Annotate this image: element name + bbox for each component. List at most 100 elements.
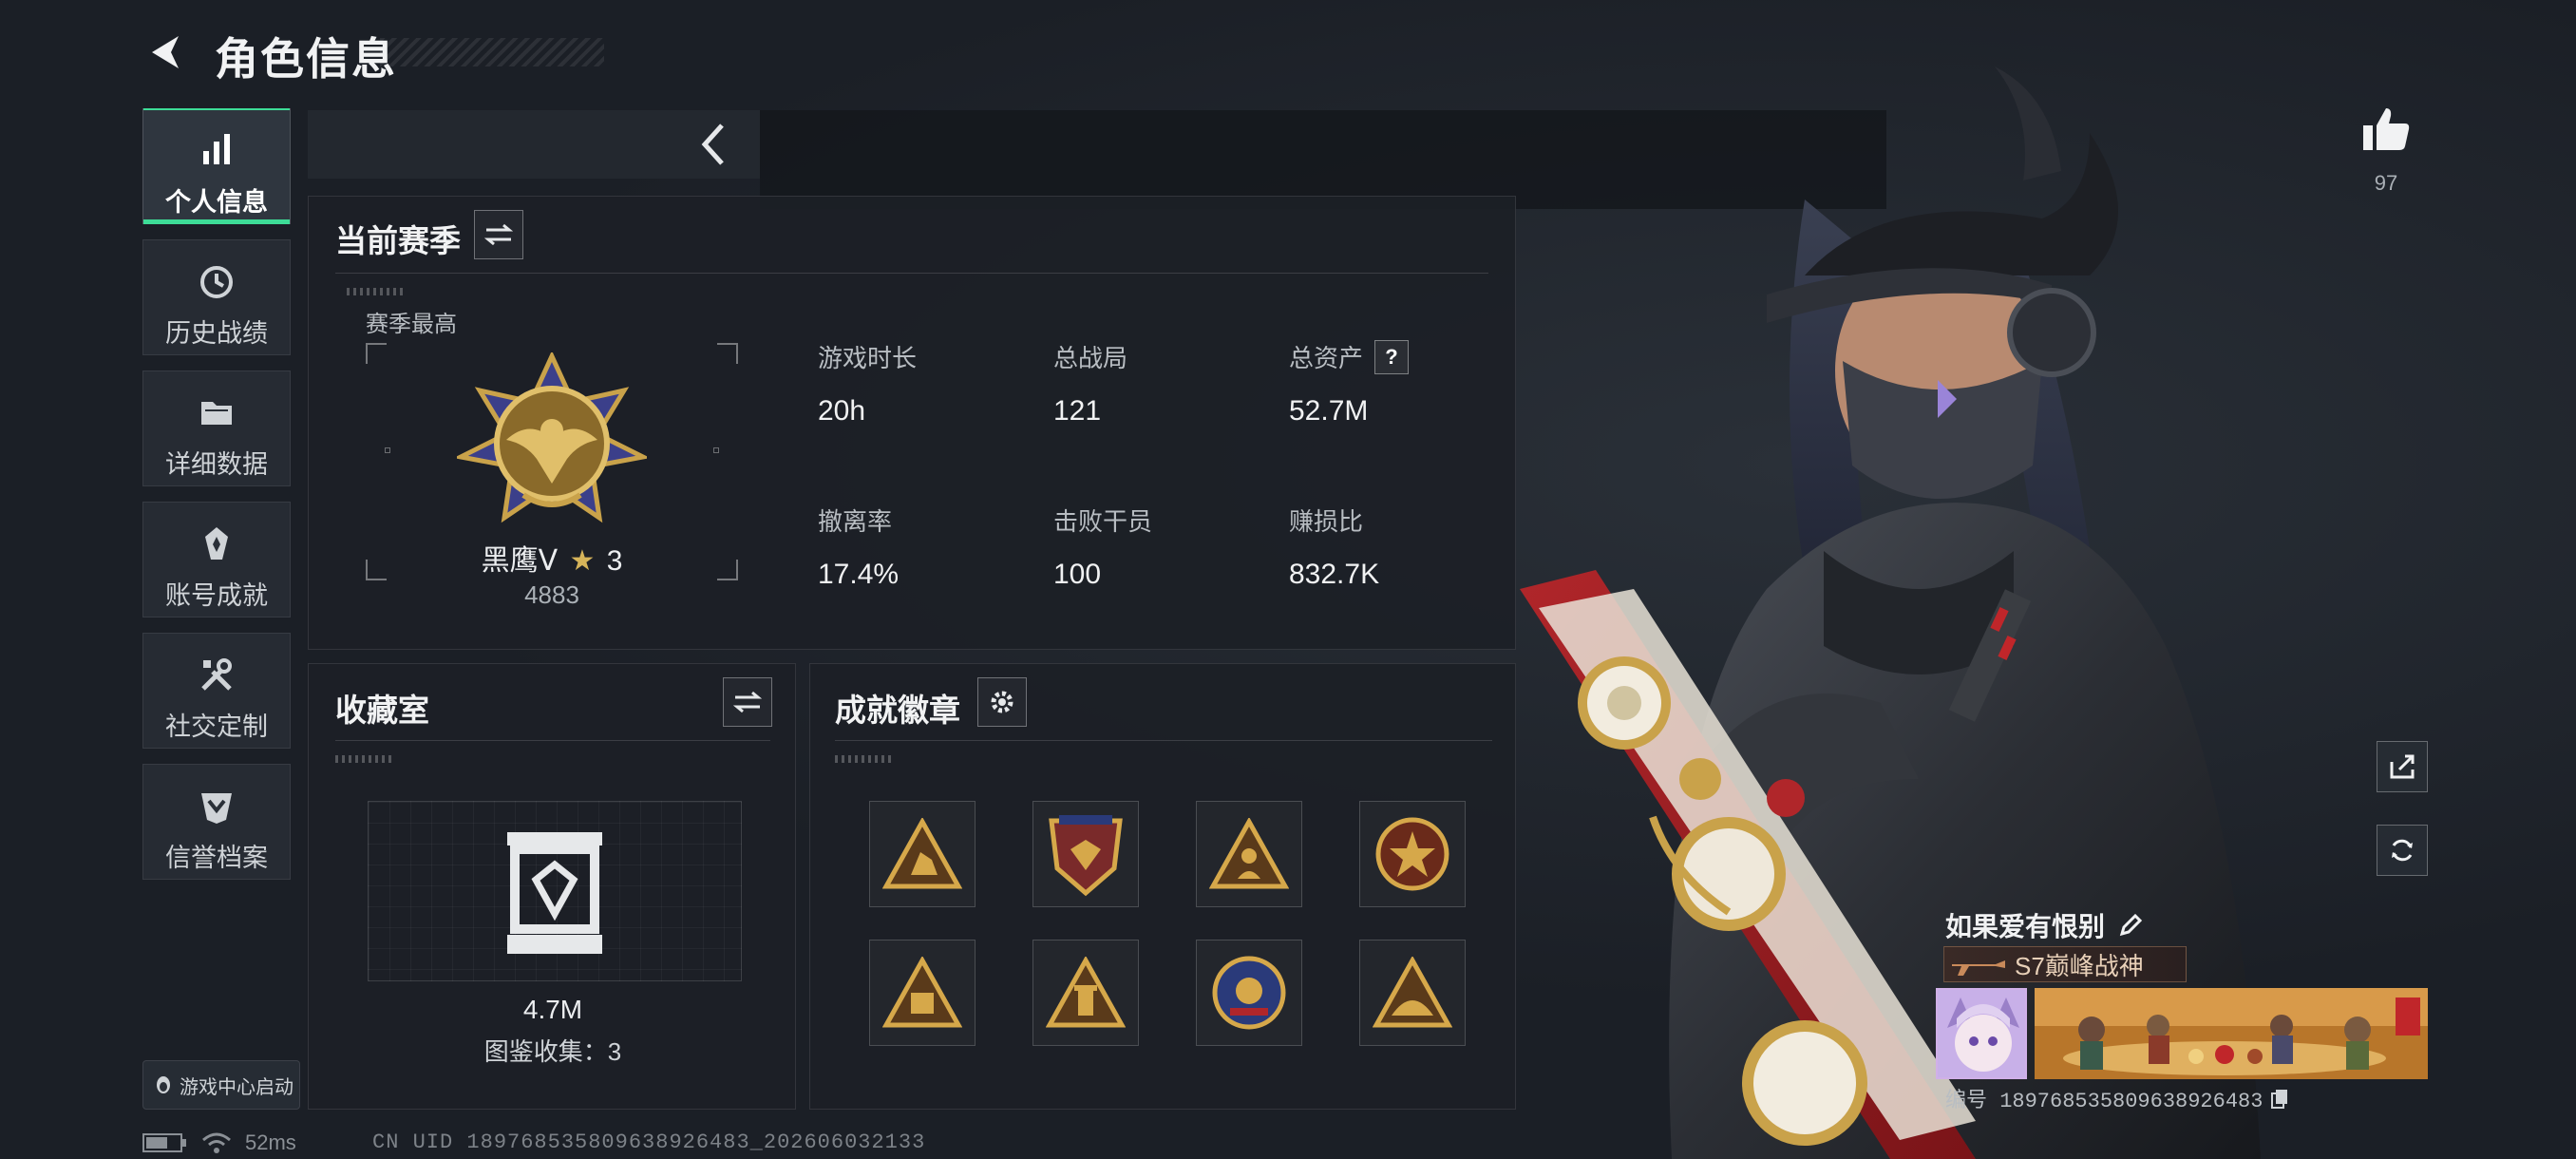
badge-triangle-figure[interactable] (1196, 801, 1302, 907)
wifi-icon (202, 1132, 231, 1153)
back-arrow-icon[interactable] (142, 28, 190, 76)
stat-value: 17.4% (818, 559, 900, 590)
stat-profit-loss-ratio: 赚损比 832.7K (1289, 503, 1507, 591)
game-center-label: 游戏中心启动 (180, 1076, 294, 1098)
star-icon: ★ (569, 545, 596, 577)
tick-decoration (347, 288, 404, 295)
rank-emblem-icon (457, 352, 647, 523)
sidebar-item-account-achievements[interactable]: 账号成就 (142, 502, 291, 618)
avatar-image (1938, 990, 2025, 1077)
stat-total-assets: 总资产 ? 52.7M (1289, 339, 1507, 428)
sidebar-item-credit-file[interactable]: 信誉档案 (142, 764, 291, 880)
season-panel-title: 当前赛季 (335, 223, 461, 258)
profile-banner-image (2035, 988, 2428, 1079)
stat-play-time: 游戏时长 20h (818, 339, 1036, 428)
wrench-tools-icon (201, 658, 232, 691)
stat-label: 撤离率 (818, 507, 893, 536)
badge-roundel-skull[interactable] (1196, 940, 1302, 1046)
vault-diamond-icon (507, 832, 602, 954)
player-title-banner: S7巅峰战神 (1943, 946, 2187, 982)
stat-label: 击败干员 (1053, 507, 1153, 536)
badge-triangle-box[interactable] (1032, 940, 1139, 1046)
uid-text: CN UID 18976853580963892648​3_2026060321… (372, 1130, 926, 1154)
refresh-button[interactable] (2377, 825, 2428, 876)
triangle-soldier-badge-icon (882, 818, 962, 889)
stat-operators-defeated: 击败干员 100 (1053, 503, 1272, 591)
roundel-skull-badge-icon (1212, 956, 1286, 1030)
avatar[interactable] (1936, 988, 2027, 1079)
divider (335, 740, 770, 741)
thumbs-up-icon[interactable] (2359, 103, 2413, 156)
status-bar: 52ms (142, 1130, 296, 1155)
badge-triangle-mountain[interactable] (1359, 940, 1466, 1046)
refresh-icon (2392, 839, 2413, 862)
triangle-figure-badge-icon (1209, 818, 1289, 889)
divider (335, 273, 1488, 274)
divider (835, 740, 1492, 741)
star-roundel-badge-icon (1375, 817, 1449, 891)
rifle-emblem-icon (1952, 960, 2005, 976)
achievements-settings-button[interactable] (977, 677, 1027, 727)
sidebar-item-social-custom[interactable]: 社交定制 (142, 633, 291, 749)
page-title: 角色信息 (215, 34, 397, 84)
copy-icon[interactable] (2270, 1088, 2289, 1109)
season-switch-button[interactable] (474, 210, 523, 259)
badge-triangle-crate[interactable] (869, 940, 975, 1046)
badge-shield-eagle[interactable] (1032, 801, 1139, 907)
player-name: 如果爱有恨别 (1945, 912, 2106, 941)
share-icon (2390, 754, 2415, 779)
achievements-panel-title: 成就徽章 (835, 693, 960, 728)
ping-text: 52ms (245, 1130, 296, 1154)
stat-label: 总战局 (1053, 344, 1128, 372)
sidebar-item-label: 历史战绩 (165, 319, 268, 348)
battery-icon (142, 1133, 186, 1152)
stat-value: 20h (818, 395, 866, 427)
feast-scene-image (2035, 988, 2428, 1079)
folder-icon (201, 402, 232, 425)
player-profile-card: 如果爱有恨别 S7巅峰战神 编号 (1934, 897, 2428, 1113)
bar-chart-icon (203, 134, 230, 164)
sidebar-item-label: 个人信息 (165, 188, 268, 217)
collection-switch-button[interactable] (723, 677, 772, 727)
collection-preview-frame (368, 801, 742, 981)
chevron-left-icon[interactable] (691, 116, 737, 173)
player-id-row: 编号 18976853580963892648​3 (1945, 1083, 2289, 1113)
stat-label: 总资产 (1289, 344, 1364, 372)
badge-star-roundel[interactable] (1359, 801, 1466, 907)
rank-score: 4883 (524, 580, 579, 609)
stat-label: 游戏时长 (818, 344, 918, 372)
tick-decoration (835, 755, 892, 763)
player-name-row: 如果爱有恨别 (1945, 906, 2143, 944)
triangle-crate-badge-icon (882, 957, 962, 1028)
achievement-badges-panel: 成就徽章 (809, 663, 1516, 1110)
collection-count: 图鉴收集：3 (483, 1037, 622, 1066)
badge-triangle-soldier[interactable] (869, 801, 975, 907)
title-decoration (380, 38, 604, 66)
sidebar-item-personal-info[interactable]: 个人信息 (142, 108, 291, 224)
sidebar-item-history[interactable]: 历史战绩 (142, 239, 291, 355)
collection-room-panel[interactable]: 收藏室 4.7M 图鉴收集：3 (308, 663, 796, 1110)
sidebar-item-label: 详细数据 (165, 450, 268, 479)
help-question-icon[interactable]: ? (1374, 339, 1410, 374)
share-button[interactable] (2377, 741, 2428, 792)
season-best-label: 赛季最高 (366, 312, 457, 337)
stat-value: 100 (1053, 559, 1102, 590)
like-count: 97 (2374, 171, 2398, 195)
player-title-text: S7巅峰战神 (2015, 951, 2144, 980)
edit-pencil-icon[interactable] (2118, 913, 2143, 938)
achievement-medal-icon (205, 527, 228, 560)
collection-value: 4.7M (522, 995, 583, 1024)
triangle-mountain-badge-icon (1373, 957, 1452, 1028)
sidebar-item-label: 信誉档案 (165, 844, 268, 872)
shield-eagle-badge-icon (1049, 815, 1123, 897)
game-center-launch-button[interactable]: 游戏中心启动 (142, 1060, 300, 1110)
stat-value: 52.7M (1289, 395, 1369, 427)
current-season-panel: 当前赛季 赛季最高 黑鹰Ⅴ ★ 3 4883 游戏时长 20h 总战局 121 (308, 196, 1516, 650)
stat-label: 赚损比 (1289, 507, 1364, 536)
sidebar-item-detailed-data[interactable]: 详细数据 (142, 370, 291, 486)
stat-value: 121 (1053, 395, 1102, 427)
triangle-box-badge-icon (1046, 957, 1126, 1028)
collection-panel-title: 收藏室 (335, 693, 429, 728)
rank-name: 黑鹰Ⅴ ★ 3 (366, 537, 738, 579)
rank-tier-text: 黑鹰Ⅴ (481, 545, 559, 577)
